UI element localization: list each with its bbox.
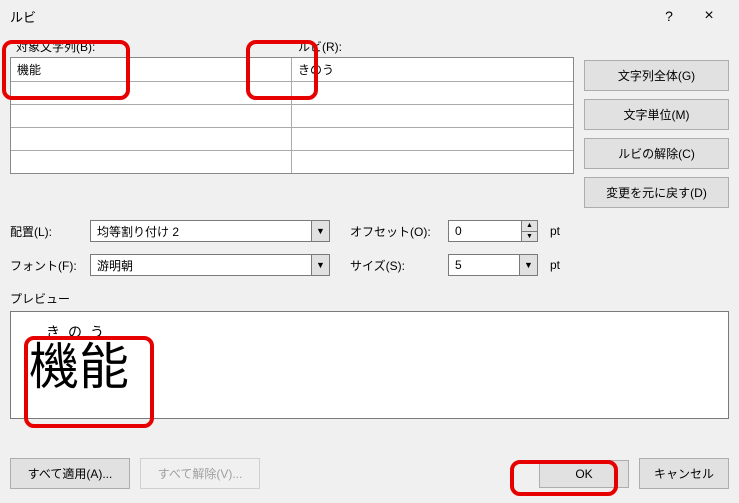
alignment-label: 配置(L): (10, 223, 82, 240)
alignment-value: 均等割り付け 2 (91, 223, 311, 240)
offset-spinner[interactable]: 0 ▲ ▼ (448, 220, 538, 242)
preview-label: プレビュー (10, 290, 729, 307)
cell-ruby[interactable]: きのう (292, 58, 573, 81)
chevron-down-icon[interactable]: ▼ (311, 221, 329, 241)
cell-ruby[interactable] (292, 151, 573, 173)
char-unit-button[interactable]: 文字単位(M) (584, 99, 729, 130)
chevron-down-icon[interactable]: ▼ (311, 255, 329, 275)
grid-header: 対象文字列(B): ルビ(R): (10, 36, 574, 57)
reset-changes-button[interactable]: 変更を元に戻す(D) (584, 177, 729, 208)
offset-label: オフセット(O): (350, 223, 440, 240)
preview-base-text: 機能 (29, 342, 129, 392)
alignment-row: 配置(L): 均等割り付け 2 ▼ オフセット(O): 0 ▲ ▼ pt (10, 220, 729, 242)
titlebar: ルビ ? × (0, 0, 739, 32)
preview-box: きのう 機能 (10, 311, 729, 419)
size-label: サイズ(S): (350, 257, 440, 274)
table-row: 機能 きのう (11, 58, 573, 81)
table-row (11, 104, 573, 127)
cell-base[interactable]: 機能 (11, 58, 292, 81)
grid: 機能 きのう (10, 57, 574, 174)
apply-all-button[interactable]: すべて適用(A)... (10, 458, 130, 489)
table-area: 対象文字列(B): ルビ(R): 機能 きのう (10, 36, 729, 208)
cancel-button[interactable]: キャンセル (639, 458, 729, 489)
alignment-combo[interactable]: 均等割り付け 2 ▼ (90, 220, 330, 242)
size-combo[interactable]: 5 ▼ (448, 254, 538, 276)
close-icon[interactable]: × (689, 7, 729, 25)
chevron-down-icon[interactable]: ▼ (519, 255, 537, 275)
remove-ruby-button[interactable]: ルビの解除(C) (584, 138, 729, 169)
cell-ruby[interactable] (292, 82, 573, 104)
cell-base[interactable] (11, 151, 292, 173)
size-unit: pt (550, 258, 560, 272)
cell-ruby[interactable] (292, 128, 573, 150)
header-ruby: ルビ(R): (292, 36, 574, 57)
spinner-down-icon[interactable]: ▼ (522, 232, 537, 242)
font-value: 游明朝 (91, 257, 311, 274)
table-row (11, 150, 573, 173)
table-row (11, 127, 573, 150)
table-row (11, 81, 573, 104)
side-buttons: 文字列全体(G) 文字単位(M) ルビの解除(C) 変更を元に戻す(D) (584, 36, 729, 208)
offset-unit: pt (550, 224, 560, 238)
group-text-button[interactable]: 文字列全体(G) (584, 60, 729, 91)
ruby-preview: きのう 機能 (29, 322, 129, 392)
grid-wrapper: 対象文字列(B): ルビ(R): 機能 きのう (10, 36, 574, 174)
remove-all-button: すべて解除(V)... (140, 458, 260, 489)
offset-value[interactable]: 0 (449, 221, 521, 241)
size-value[interactable]: 5 (449, 258, 519, 272)
font-row: フォント(F): 游明朝 ▼ サイズ(S): 5 ▼ pt (10, 254, 729, 276)
dialog-content: 対象文字列(B): ルビ(R): 機能 きのう (0, 32, 739, 429)
header-base: 対象文字列(B): (10, 36, 292, 57)
ok-button[interactable]: OK (539, 460, 629, 488)
font-label: フォント(F): (10, 257, 82, 274)
footer: すべて適用(A)... すべて解除(V)... OK キャンセル (10, 458, 729, 489)
cell-ruby[interactable] (292, 105, 573, 127)
cell-base[interactable] (11, 128, 292, 150)
dialog-title: ルビ (10, 7, 649, 26)
cell-base[interactable] (11, 82, 292, 104)
spinner-up-icon[interactable]: ▲ (522, 221, 537, 232)
cell-base[interactable] (11, 105, 292, 127)
font-combo[interactable]: 游明朝 ▼ (90, 254, 330, 276)
help-icon[interactable]: ? (649, 8, 689, 24)
